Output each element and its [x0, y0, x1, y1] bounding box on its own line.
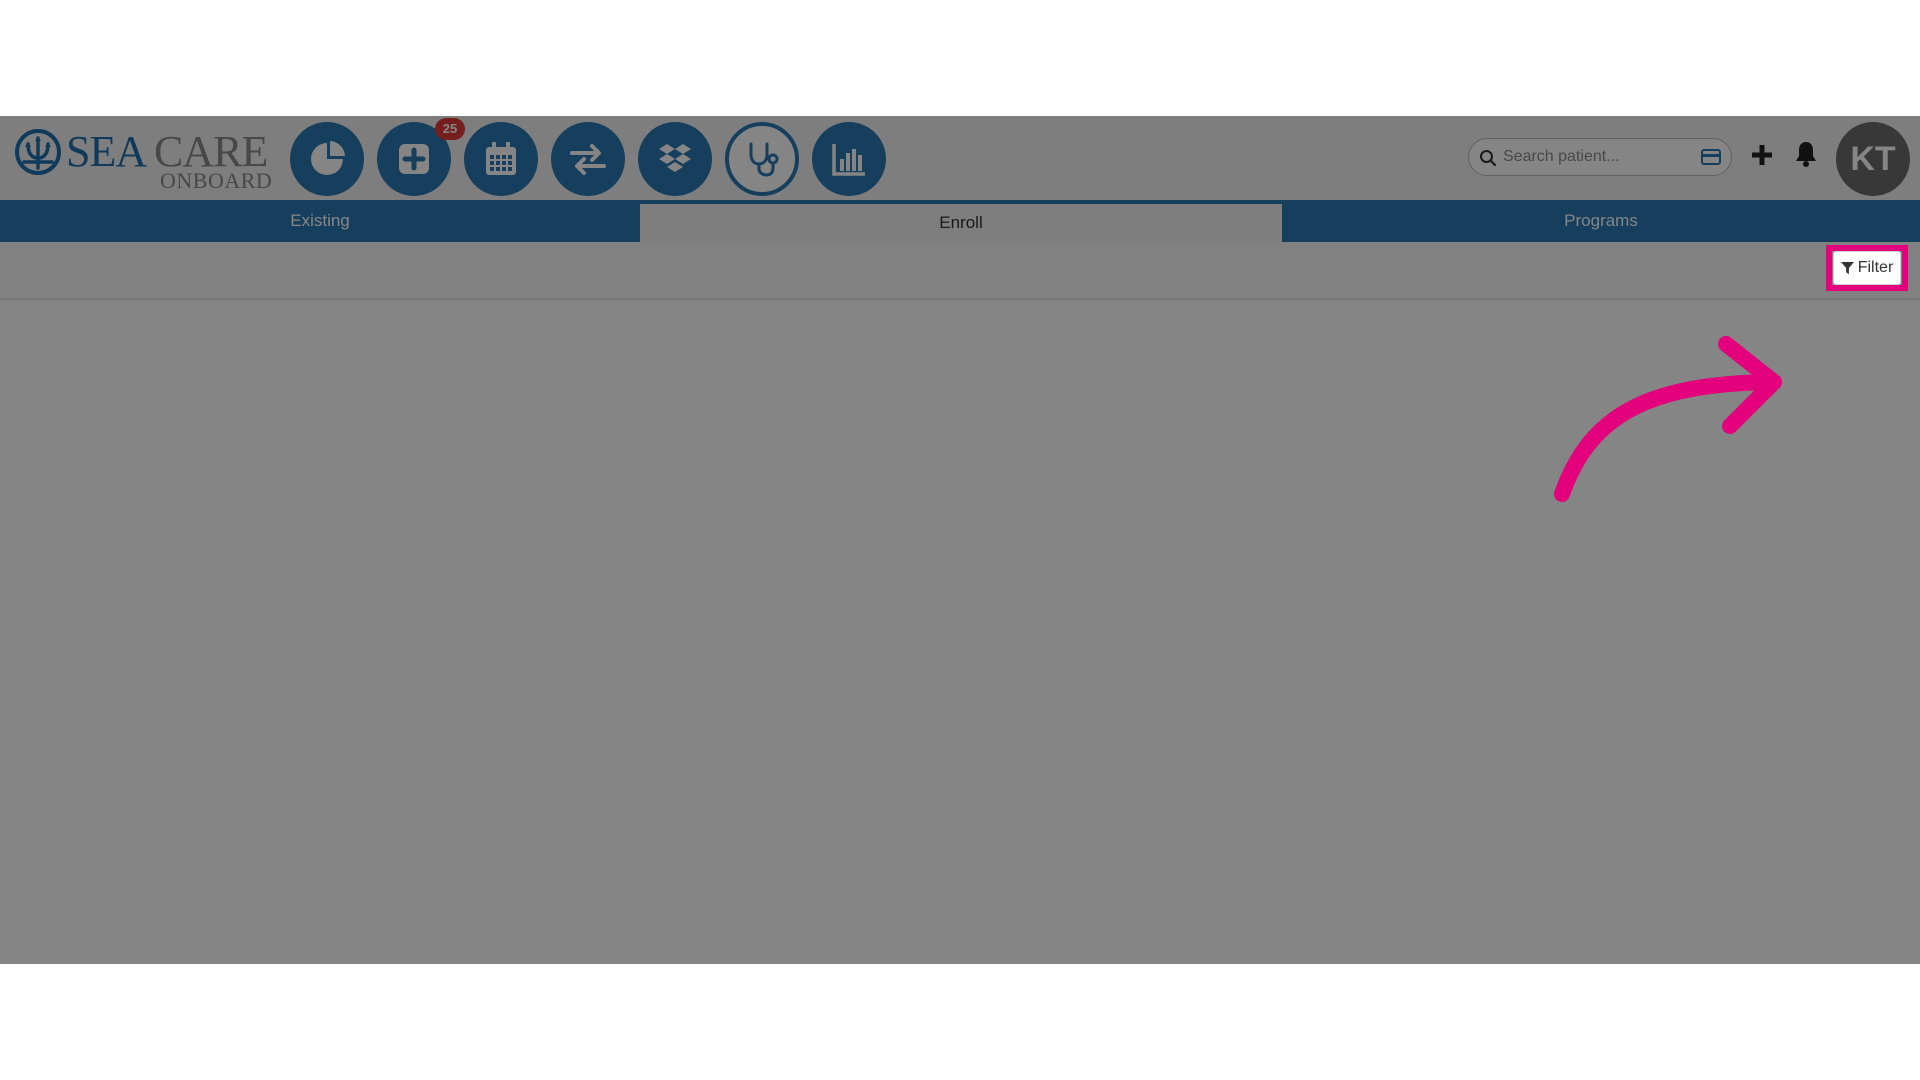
pointer-arrow-icon — [1554, 336, 1782, 502]
highlight-box — [1826, 245, 1908, 291]
dim-overlay — [0, 116, 1920, 964]
app-window: SEA CARE ONBOARD 25 Search patient... KT… — [0, 116, 1920, 964]
